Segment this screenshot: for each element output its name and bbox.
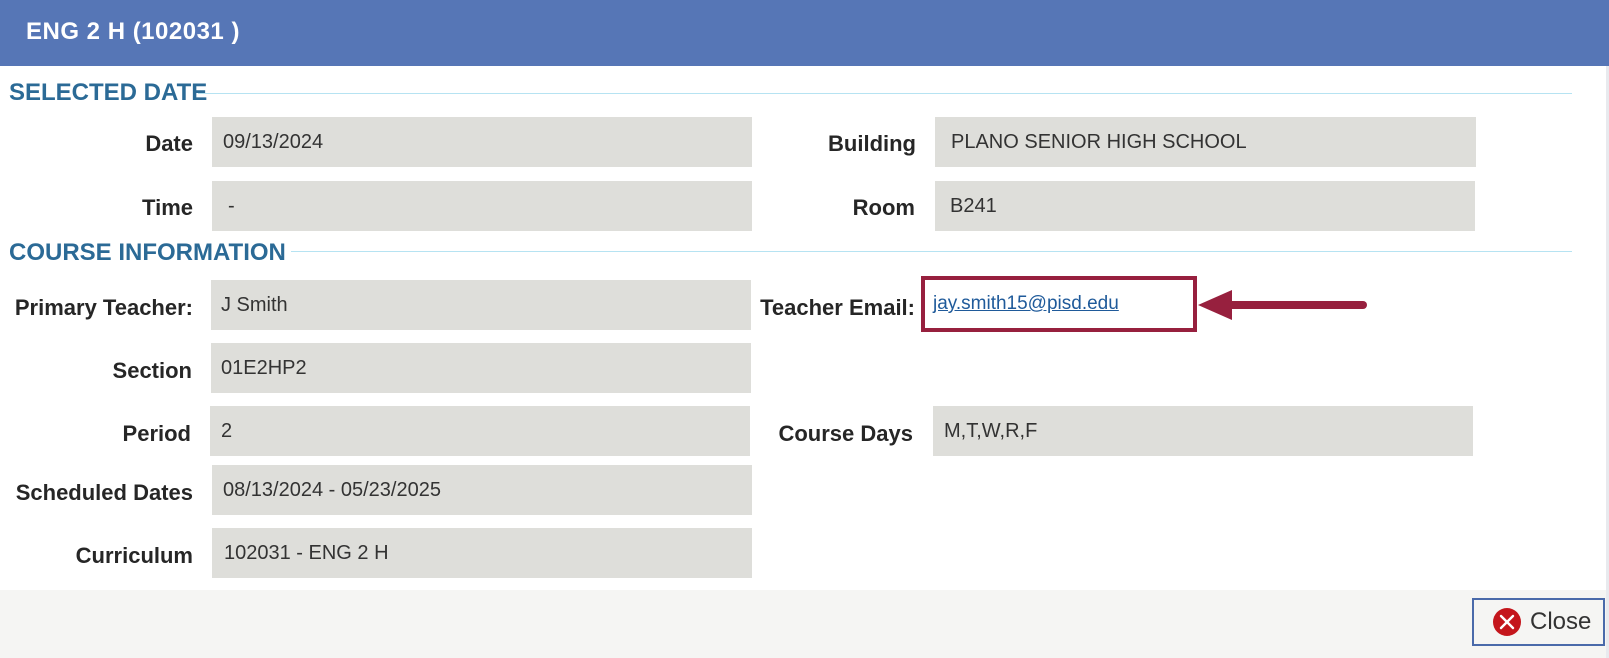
section-label: Section (112, 358, 192, 383)
scheduled-dates-field: 08/13/2024 - 05/23/2025 (212, 465, 752, 515)
teacher-email-label: Teacher Email: (760, 295, 915, 320)
building-field: PLANO SENIOR HIGH SCHOOL (935, 117, 1476, 167)
close-circle-icon (1493, 608, 1521, 636)
dialog-title: ENG 2 H (102031 ) (26, 18, 240, 45)
section-divider (198, 93, 1572, 94)
time-field: - (212, 181, 752, 231)
primary-teacher-field: J Smith (211, 280, 751, 330)
section-heading-course-information: COURSE INFORMATION (9, 239, 286, 266)
teacher-email-link[interactable]: jay.smith15@pisd.edu (933, 293, 1119, 315)
dialog-titlebar: ENG 2 H (102031 ) (0, 0, 1609, 66)
teacher-email-highlight: jay.smith15@pisd.edu (921, 276, 1197, 332)
date-label: Date (145, 131, 193, 156)
close-button-label: Close (1530, 608, 1592, 635)
dialog-footer (0, 590, 1606, 658)
section-divider (291, 251, 1572, 252)
arrow-left-icon (1198, 290, 1367, 320)
time-label: Time (142, 195, 193, 220)
room-label: Room (852, 195, 915, 220)
close-button[interactable]: Close (1472, 598, 1605, 646)
building-label: Building (828, 131, 916, 156)
period-field: 2 (210, 406, 750, 456)
primary-teacher-label: Primary Teacher: (14, 295, 193, 320)
course-days-label: Course Days (778, 421, 913, 446)
date-field: 09/13/2024 (212, 117, 752, 167)
scheduled-dates-label: Scheduled Dates (15, 480, 193, 505)
period-label: Period (122, 421, 191, 446)
curriculum-field: 102031 - ENG 2 H (212, 528, 752, 578)
section-heading-selected-date: SELECTED DATE (9, 79, 208, 106)
section-field: 01E2HP2 (211, 343, 751, 393)
course-details-dialog: ENG 2 H (102031 ) SELECTED DATE Date 09/… (0, 0, 1609, 658)
room-field: B241 (935, 181, 1475, 231)
curriculum-label: Curriculum (75, 543, 193, 568)
course-days-field: M,T,W,R,F (933, 406, 1473, 456)
